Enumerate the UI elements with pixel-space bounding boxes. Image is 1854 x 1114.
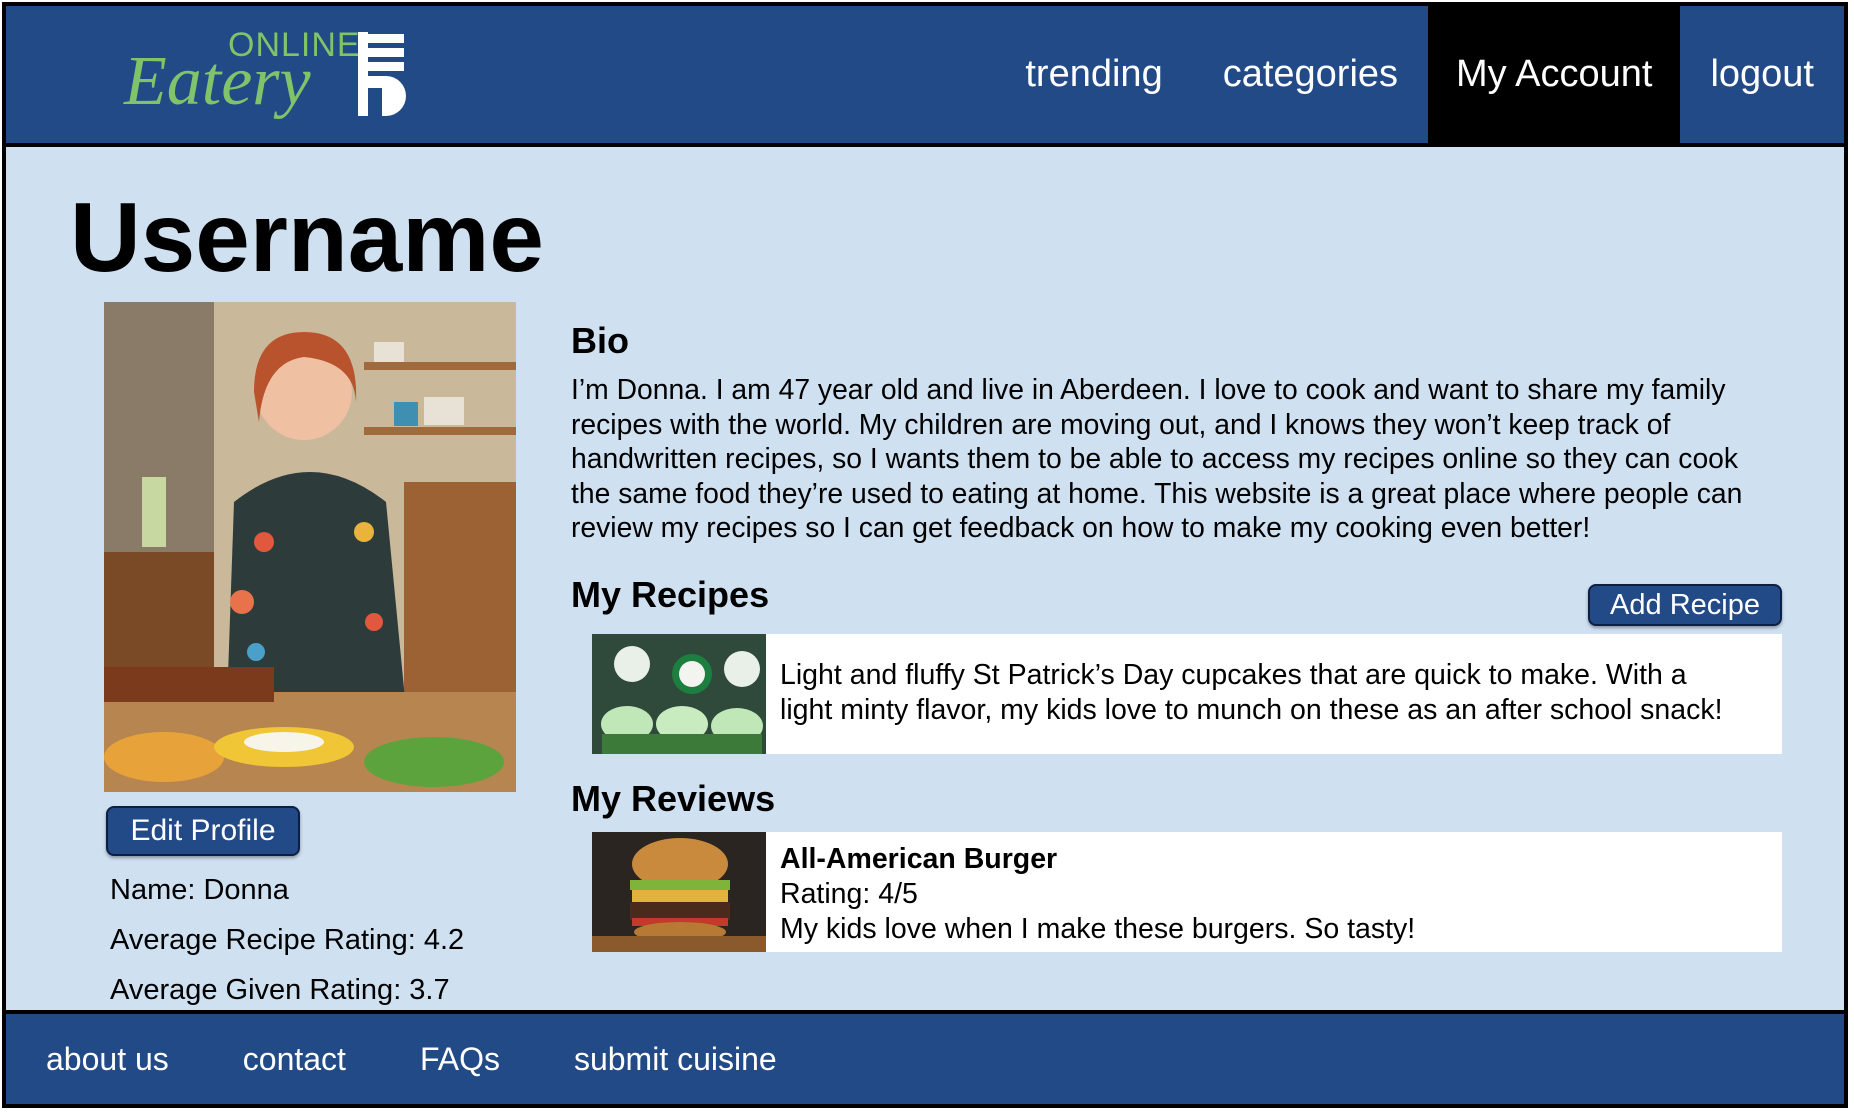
footer-about-us[interactable]: about us [46,1041,169,1078]
footer: about us contact FAQs submit cuisine [6,1010,1844,1104]
my-reviews-heading: My Reviews [571,778,776,819]
average-given-rating: Average Given Rating: 3.7 [110,974,450,1006]
bio-line: I’m Donna. I am 47 year old and live in … [571,373,1726,405]
nav-categories[interactable]: categories [1193,6,1428,143]
bio-line: handwritten recipes, so I wants them to … [571,442,1739,474]
nav-logout[interactable]: logout [1680,6,1844,143]
bio-line: the same food they’re used to eating at … [571,476,1743,509]
review-content: All-American Burger Rating: 4/5 My kids … [780,842,1770,947]
review-title: All-American Burger [780,843,1058,875]
review-comment: My kids love when I make these burgers. … [780,913,1416,945]
main-nav: trending categories My Account logout [995,6,1844,143]
review-thumbnail [592,832,766,952]
bio-text: I’m Donna. I am 47 year old and live in … [571,372,1821,545]
review-card[interactable]: All-American Burger Rating: 4/5 My kids … [592,832,1782,952]
average-recipe-rating: Average Recipe Rating: 4.2 [110,924,465,956]
bio-line: recipes with the world. My children are … [571,407,1671,440]
edit-profile-button[interactable]: Edit Profile [106,806,300,856]
logo-script-text: Eatery [124,43,311,120]
profile-name: Name: Donna [110,874,289,906]
page-frame: ONLINE Eatery trending categories My Acc… [2,2,1848,1108]
profile-photo [104,302,516,792]
add-recipe-button[interactable]: Add Recipe [1588,584,1782,626]
page-title: Username [70,182,544,292]
nav-trending[interactable]: trending [995,6,1192,143]
recipe-card[interactable]: Light and fluffy St Patrick’s Day cupcak… [592,634,1782,754]
top-navbar: ONLINE Eatery trending categories My Acc… [6,6,1844,147]
review-rating: Rating: 4/5 [780,878,918,910]
recipe-thumbnail [592,634,766,754]
footer-contact[interactable]: contact [243,1041,346,1078]
my-recipes-heading: My Recipes [571,574,770,615]
bio-line: review my recipes so I can get feedback … [571,511,1591,543]
footer-faqs[interactable]: FAQs [420,1041,500,1078]
site-logo[interactable]: ONLINE Eatery [124,22,414,140]
recipe-line: light minty flavor, my kids love to munc… [780,694,1723,726]
footer-submit-cuisine[interactable]: submit cuisine [574,1041,777,1078]
recipe-line: Light and fluffy St Patrick’s Day cupcak… [780,659,1687,691]
bio-heading: Bio [571,320,629,361]
nav-my-account[interactable]: My Account [1428,6,1681,143]
fork-logo-icon [358,32,406,116]
recipe-description: Light and fluffy St Patrick’s Day cupcak… [780,658,1770,728]
